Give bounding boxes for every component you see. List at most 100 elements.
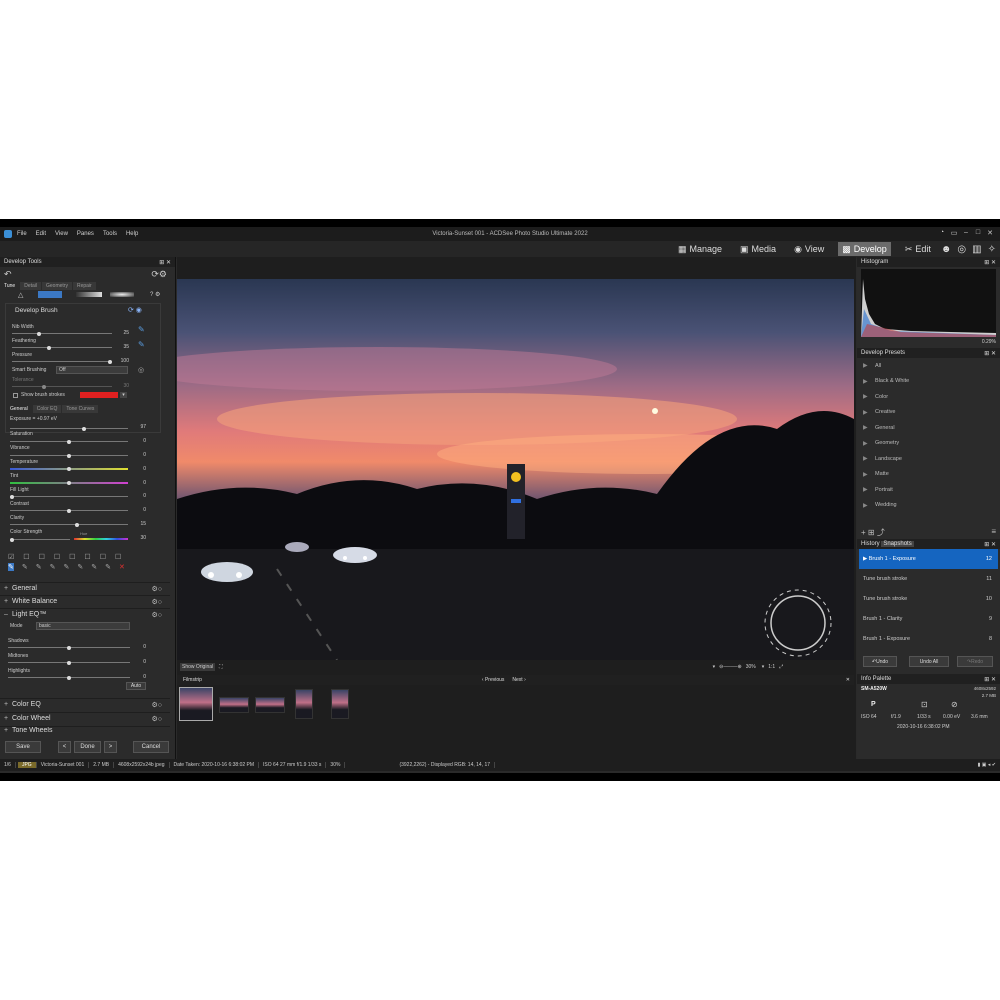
pressure-slider[interactable] [12,359,112,364]
target-icon[interactable]: ◎ [138,366,144,374]
clear-icon[interactable]: ✕ [119,563,125,571]
pin-close-icon[interactable]: ⊞ ✕ [984,350,996,357]
365-icon[interactable]: ◎ [957,244,966,255]
pen-5-icon[interactable]: ✎ [64,563,70,571]
tolerance-slider[interactable] [12,384,112,389]
network-icon[interactable]: ✧ [988,244,996,255]
mode-edit[interactable]: ✂ Edit [901,242,935,256]
section-white-balance[interactable]: + White Balance ⚙○ [0,595,170,607]
next-button[interactable]: > [104,741,117,753]
contrast-slider[interactable] [10,508,128,513]
pressure-knob[interactable] [108,359,112,364]
tab-repair[interactable]: Repair [72,281,96,290]
next-image-button[interactable]: Next › [512,677,525,683]
show-strokes-checkbox[interactable] [13,393,18,398]
subtab-general[interactable]: General [6,405,32,413]
brush-slot-6-icon[interactable]: ☐ [84,553,90,561]
film-thumb-2[interactable] [219,697,249,713]
photo-canvas[interactable] [177,279,854,660]
preset-matte[interactable]: ▶ Matte [857,467,1000,483]
list-menu-icon[interactable]: ≡ [991,527,996,537]
saturation-knob[interactable] [67,439,71,444]
ratio-label[interactable]: 1:1 [768,664,775,670]
prev-button[interactable]: < [58,741,71,753]
preset-portrait[interactable]: ▶ Portrait [857,482,1000,498]
fullscreen-icon[interactable]: ⛶ [219,664,223,670]
section-tone-wheels[interactable]: + Tone Wheels [0,726,170,734]
maximize-button[interactable]: □ [972,229,984,237]
zoom-dropdown-icon[interactable]: ▾ [762,664,765,670]
midtones-slider[interactable] [8,660,130,665]
history-item[interactable]: Tune brush stroke 10 [859,589,998,609]
minimize-button[interactable]: – [960,229,972,237]
mode-view[interactable]: ◉ View [790,242,828,256]
vibrance-knob[interactable] [67,453,71,458]
pen-8-icon[interactable]: ✎ [105,563,111,571]
film-thumb-4[interactable] [295,689,313,719]
pin-close-icon[interactable]: ⊞ ✕ [984,676,996,683]
stroke-color-swatch[interactable] [80,392,118,398]
face-icon[interactable]: ☻ [941,244,952,255]
mode-manage[interactable]: ▦ Manage [674,242,726,256]
pin-close-icon[interactable]: ⊞ ✕ [984,259,996,266]
section-general[interactable]: + General ⚙○ [0,582,170,594]
zoom-slider[interactable]: ⊖────⊕ [719,664,742,670]
shadows-slider[interactable] [8,645,130,650]
undo-all-button[interactable]: Undo All [909,656,949,667]
zoom-menu-icon[interactable]: ▾ [713,664,716,670]
pin-close-icon[interactable]: ⊞ ✕ [984,541,996,548]
nib-width-knob[interactable] [37,331,41,336]
temperature-slider[interactable] [10,467,128,471]
brush-add-icon[interactable]: ✎ [138,325,145,334]
brush-erase-icon[interactable]: ✎ [138,340,145,349]
preset-geometry[interactable]: ▶ Geometry [857,436,1000,452]
gradient-tool-icon[interactable] [76,292,102,297]
clarity-slider[interactable] [10,522,128,527]
pen-6-icon[interactable]: ✎ [77,563,83,571]
done-button[interactable]: Done [74,741,101,753]
tab-tune[interactable]: Tune [0,281,20,290]
history-item[interactable]: Brush 1 - Exposure 8 [859,629,998,649]
preset-general[interactable]: ▶ General [857,420,1000,436]
feathering-slider[interactable] [12,345,112,350]
fill-light-slider[interactable] [10,494,128,499]
subtab-color-eq[interactable]: Color EQ [32,405,62,413]
color-strength-slider[interactable] [10,537,70,542]
midtones-knob[interactable] [67,660,71,665]
preset-creative[interactable]: ▶ Creative [857,405,1000,421]
brush-tool-icon[interactable] [38,291,62,298]
pen-4-icon[interactable]: ✎ [50,563,56,571]
menu-tools[interactable]: Tools [103,231,117,237]
brush-slot-2-icon[interactable]: ☐ [23,553,29,561]
brush-slot-8-icon[interactable]: ☐ [115,553,121,561]
filmstrip-close-icon[interactable]: ✕ [846,677,850,683]
help-gear-icon[interactable]: ? ⚙ [150,291,160,298]
mode-develop[interactable]: ▩ Develop [838,242,891,256]
menu-file[interactable]: File [17,231,27,237]
account-icon[interactable]: ◔ [936,229,948,237]
undo-arrow-icon[interactable]: ↶ [4,269,12,280]
mode-media[interactable]: ▣ Media [736,242,780,256]
temperature-knob[interactable] [67,467,71,471]
brush-slot-1-icon[interactable]: ☑ [8,553,14,561]
gear-icon[interactable]: ⚙○ [151,598,162,606]
highlights-slider[interactable] [8,675,130,680]
preset-actions-icon[interactable]: + ⊞ ⤴ [861,527,885,537]
history-item[interactable]: Tune brush stroke 11 [859,569,998,589]
show-original-button[interactable]: Show Original [180,663,216,671]
preset-wedding[interactable]: ▶ Wedding [857,498,1000,514]
layout-icon[interactable]: ▭ [948,229,960,237]
tab-snapshots[interactable]: Snapshots [881,541,914,547]
section-light-eq[interactable]: – Light EQ™ ⚙○ [0,608,170,620]
film-thumb-5[interactable] [331,689,349,719]
tolerance-knob[interactable] [42,384,46,389]
film-thumb-1[interactable] [179,687,213,721]
tint-knob[interactable] [67,481,71,485]
close-button[interactable]: ✕ [984,229,996,237]
brush-slot-7-icon[interactable]: ☐ [100,553,106,561]
preset-landscape[interactable]: ▶ Landscape [857,451,1000,467]
gear-icon[interactable]: ⚙○ [151,611,162,619]
tab-history[interactable]: History [861,541,880,547]
tint-slider[interactable] [10,481,128,485]
exposure-knob[interactable] [82,426,86,431]
